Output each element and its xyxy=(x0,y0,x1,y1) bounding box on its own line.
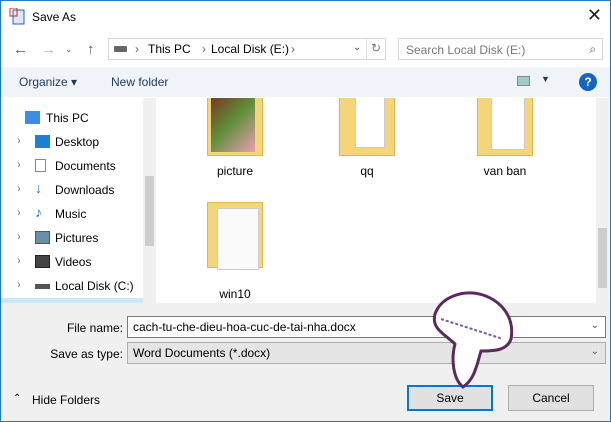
dialog-title: Save As xyxy=(32,10,77,24)
nav-item-videos[interactable]: › Videos xyxy=(1,250,143,274)
save-as-dialog: Save As ✕ ← → ⌄ ↑ › This PC › Local Disk… xyxy=(0,0,611,422)
save-as-type-value: Word Documents (*.docx) xyxy=(133,346,271,360)
folder-label: win10 xyxy=(219,287,251,301)
toolbar: Organize ▾ New folder ▼ ? xyxy=(1,67,610,97)
drive-icon xyxy=(35,284,50,289)
file-name-label: File name: xyxy=(66,321,123,335)
nav-item-desktop[interactable]: › Desktop xyxy=(1,130,143,154)
nav-item-local-disk-c[interactable]: › Local Disk (C:) xyxy=(1,274,143,298)
folder-label: van ban xyxy=(483,164,527,178)
folder-picture[interactable]: picture xyxy=(195,98,275,190)
drive-icon xyxy=(114,46,127,52)
breadcrumb-local-disk[interactable]: Local Disk (E:) xyxy=(211,42,289,56)
folder-van-ban[interactable]: van ban xyxy=(465,98,545,190)
nav-label: Desktop xyxy=(55,135,100,149)
nav-label: Downloads xyxy=(55,183,115,197)
file-name-value: cach-tu-che-dieu-hoa-cuc-de-tai-nha.docx xyxy=(133,320,356,334)
document-thumbnail xyxy=(355,98,385,148)
navigation-pane: This PC › Desktop › Documents › ↓ Downloads … xyxy=(1,98,156,303)
organize-menu[interactable]: Organize ▾ xyxy=(19,75,77,89)
save-as-icon xyxy=(9,8,25,25)
refresh-button[interactable]: ↻ xyxy=(366,39,381,59)
nav-item-documents[interactable]: › Documents xyxy=(1,154,143,178)
view-dropdown[interactable]: ▼ xyxy=(541,74,550,84)
folder-label: qq xyxy=(360,164,374,178)
nav-label: Documents xyxy=(55,159,116,173)
address-row: ← → ⌄ ↑ › This PC › Local Disk (E:) › ⌄ … xyxy=(1,34,610,64)
pc-icon xyxy=(25,111,40,124)
chevron-down-icon[interactable]: ⌄ xyxy=(591,320,599,331)
recent-dropdown[interactable]: ⌄ xyxy=(65,44,73,55)
search-icon: ⌕ xyxy=(589,42,596,56)
videos-icon xyxy=(35,255,50,268)
documents-icon xyxy=(35,159,46,172)
close-button[interactable]: ✕ xyxy=(587,5,602,26)
document-thumbnail xyxy=(491,98,525,150)
nav-label: Music xyxy=(55,207,87,221)
document-thumbnail xyxy=(217,208,259,270)
hide-folders-button[interactable]: Hide Folders xyxy=(32,393,100,407)
nav-item-music[interactable]: › ♪ Music xyxy=(1,202,143,226)
desktop-icon xyxy=(35,135,50,148)
new-folder-button[interactable]: New folder xyxy=(111,75,168,89)
hand-pointer-icon xyxy=(432,291,514,389)
search-input[interactable]: Search Local Disk (E:) ⌕ xyxy=(398,38,603,60)
chevron-down-icon: ⌄ xyxy=(590,346,599,357)
nav-label: This PC xyxy=(46,111,89,125)
nav-label: Pictures xyxy=(55,231,99,245)
back-button[interactable]: ← xyxy=(13,41,28,58)
nav-item-pictures[interactable]: › Pictures xyxy=(1,226,143,250)
breadcrumb-this-pc[interactable]: This PC xyxy=(148,42,191,56)
nav-label: Videos xyxy=(55,255,92,269)
nav-scrollbar[interactable] xyxy=(143,98,156,303)
view-icon[interactable] xyxy=(517,76,530,86)
cancel-button[interactable]: Cancel xyxy=(508,385,594,411)
file-list: picture qq van ban win10 xyxy=(159,98,596,303)
nav-label: Local Disk (C:) xyxy=(55,279,134,293)
folder-qq[interactable]: qq xyxy=(327,98,407,190)
folder-win10[interactable]: win10 xyxy=(195,202,275,302)
save-as-type-select[interactable]: Word Documents (*.docx) ⌄ xyxy=(127,342,606,364)
address-bar[interactable]: › This PC › Local Disk (E:) › ⌄ ↻ xyxy=(108,38,386,60)
up-button[interactable]: ↑ xyxy=(87,41,95,58)
music-icon: ♪ xyxy=(35,204,42,220)
chevron-up-icon: ⌃ xyxy=(13,393,22,404)
title-bar: Save As ✕ xyxy=(1,1,610,33)
help-button[interactable]: ? xyxy=(579,73,597,91)
picture-thumbnail xyxy=(211,98,255,152)
save-form: File name: cach-tu-che-dieu-hoa-cuc-de-t… xyxy=(1,303,610,421)
folder-label: picture xyxy=(216,164,254,178)
pictures-icon xyxy=(35,231,50,244)
save-as-type-label: Save as type: xyxy=(50,347,123,361)
file-name-input[interactable]: cach-tu-che-dieu-hoa-cuc-de-tai-nha.docx… xyxy=(127,316,606,338)
content-scrollbar[interactable] xyxy=(596,98,609,303)
forward-button[interactable]: → xyxy=(41,41,56,58)
nav-item-this-pc[interactable]: This PC xyxy=(1,106,143,130)
search-placeholder: Search Local Disk (E:) xyxy=(406,43,526,57)
downloads-icon: ↓ xyxy=(35,180,42,196)
address-dropdown[interactable]: ⌄ xyxy=(353,42,361,53)
nav-item-downloads[interactable]: › ↓ Downloads xyxy=(1,178,143,202)
